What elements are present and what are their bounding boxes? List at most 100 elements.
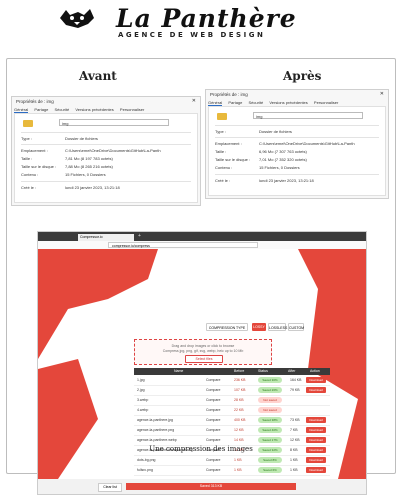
tab-customize[interactable]: Personnaliser: [314, 100, 338, 105]
status-badge: Saved 17%: [258, 437, 282, 443]
folder-name-field[interactable]: img: [253, 112, 363, 119]
tab-sharing[interactable]: Partage: [34, 107, 48, 112]
saved-summary: Saved 313 KB: [126, 483, 296, 490]
size-after: 73 KB: [290, 418, 300, 422]
type-row: Type : Dossier de fichiers: [21, 136, 98, 141]
compare-link[interactable]: Compare: [206, 405, 220, 415]
new-tab-icon[interactable]: +: [138, 233, 141, 239]
folder-name-field[interactable]: img: [59, 119, 169, 126]
before-heading: Avant: [79, 69, 117, 83]
size-row: Taille :6,96 Mo (7 307 763 octets): [215, 149, 307, 154]
contents-row: Contenu :15 Fichiers, 0 Dossiers: [21, 172, 106, 177]
size-after: 1 KB: [290, 468, 298, 472]
size-before: 28 KB: [234, 398, 244, 402]
compression-type-select[interactable]: COMPRESSION TYPE: [206, 323, 248, 331]
size-before: 14 KB: [234, 438, 244, 442]
after-properties-dialog: Propriétés de : img ✕ Général Partage Sé…: [205, 89, 389, 199]
after-heading: Après: [283, 69, 322, 83]
disk-size-row: Taille sur le disque :7,01 Mo (7 352 320…: [215, 157, 307, 162]
browser-tab[interactable]: Compressor.io: [78, 234, 134, 241]
general-panel: img Type : Dossier de fichiers Emplacemen…: [14, 113, 198, 203]
comparison-frame: Avant Après Propriétés de : img ✕ Généra…: [6, 58, 396, 495]
download-button[interactable]: Download: [306, 457, 326, 463]
compare-link[interactable]: Compare: [206, 425, 220, 435]
agency-logo: La Panthère AGENCE DE WEB DESIGN: [58, 6, 344, 40]
file-name: 3.webp: [137, 398, 149, 402]
status-badge: Saved 6%: [258, 467, 282, 473]
compare-link[interactable]: Compare: [206, 395, 220, 405]
brand-name: La Panthère: [116, 4, 297, 33]
status-badge: Saved 26%: [258, 387, 282, 393]
status-badge: Saved 40%: [258, 427, 282, 433]
compare-link[interactable]: Compare: [206, 415, 220, 425]
status-badge: Saved 30%: [258, 377, 282, 383]
dialog-tabs: Général Partage Sécurité Versions précéd…: [14, 107, 149, 113]
status-badge: Saved 38%: [258, 417, 282, 423]
dialog-tabs: Général Partage Sécurité Versions précéd…: [208, 100, 343, 106]
file-name: 4.webp: [137, 408, 149, 412]
table-row: fullsrc.png Compare 1 KB Saved 6% 1 KB Downlo…: [134, 465, 330, 476]
table-header: Name Before Status After Action: [134, 368, 330, 375]
custom-button[interactable]: CUSTOM: [288, 323, 304, 331]
compare-link[interactable]: Compare: [206, 385, 220, 395]
folder-icon: [217, 113, 227, 120]
url-field[interactable]: compressor.io/compress: [108, 242, 258, 248]
select-files-button[interactable]: Select files: [185, 355, 223, 363]
file-name: dots-bg.png: [137, 458, 156, 462]
divider: [21, 132, 191, 133]
divider: [21, 144, 191, 145]
size-before: 1 KB: [234, 468, 242, 472]
file-name: 2.jpg: [137, 388, 145, 392]
compare-link[interactable]: Compare: [206, 465, 220, 475]
download-button[interactable]: Download: [306, 387, 326, 393]
compare-link[interactable]: Compare: [206, 375, 220, 385]
file-name: 1.jpg: [137, 378, 145, 382]
drop-formats: Compress jpg, png, gif, svg, webp, heic …: [162, 349, 244, 353]
location-row: Emplacement : C:\Users\emel\OneDrive\Docu…: [21, 148, 161, 153]
size-before: 1 KB: [234, 458, 242, 462]
status-badge: Not saved: [258, 397, 282, 403]
compare-link[interactable]: Compare: [206, 435, 220, 445]
dialog-title: Propriétés de : img: [16, 99, 54, 104]
tab-previous-versions[interactable]: Versions précédentes: [269, 100, 307, 105]
file-name: agence-la-panthere.jpg: [137, 418, 173, 422]
file-name: agence-la-panthere.png: [137, 428, 175, 432]
divider: [215, 125, 379, 126]
location-row: Emplacement : C:\Users\emel\OneDrive\Docu…: [215, 141, 355, 146]
download-button[interactable]: Download: [306, 377, 326, 383]
clear-list-button[interactable]: Clear list: [98, 483, 122, 492]
divider: [21, 181, 191, 182]
size-after: 164 KB: [290, 378, 302, 382]
figure-caption: Une compression des images: [149, 445, 253, 453]
compare-link[interactable]: Compare: [206, 455, 220, 465]
lossy-button[interactable]: LOSSY: [252, 323, 266, 331]
download-button[interactable]: Download: [306, 467, 326, 473]
size-before: 107 KB: [234, 388, 246, 392]
status-badge: Not saved: [258, 407, 282, 413]
tab-security[interactable]: Sécurité: [249, 100, 264, 105]
type-row: Type : Dossier de fichiers: [215, 129, 292, 134]
download-button[interactable]: Download: [306, 427, 326, 433]
download-button[interactable]: Download: [306, 437, 326, 443]
close-icon[interactable]: ✕: [380, 91, 384, 97]
size-before: 22 KB: [234, 408, 244, 412]
close-icon[interactable]: ✕: [192, 98, 196, 104]
tab-previous-versions[interactable]: Versions précédentes: [75, 107, 113, 112]
tab-sharing[interactable]: Partage: [228, 100, 242, 105]
folder-icon: [23, 120, 33, 127]
file-name: agence-la-panthere.webp: [137, 438, 177, 442]
summary-bar: Clear list Saved 313 KB: [38, 479, 366, 494]
tab-security[interactable]: Sécurité: [55, 107, 70, 112]
download-button[interactable]: Download: [306, 417, 326, 423]
disk-size-row: Taille sur le disque :7,88 Mo (8 265 216…: [21, 164, 113, 169]
tab-customize[interactable]: Personnaliser: [120, 107, 144, 112]
before-properties-dialog: Propriétés de : img ✕ Général Partage Sé…: [11, 96, 201, 206]
drop-zone[interactable]: Drag and drop images or click to browse …: [134, 339, 272, 365]
panther-logo-icon: [60, 9, 94, 28]
size-after: 1 KB: [290, 458, 298, 462]
created-row: Créé le : lundi 23 janvier 2023, 13:21:18: [21, 185, 120, 190]
general-panel: img Type : Dossier de fichiers Emplacemen…: [208, 106, 386, 196]
size-after: 7 KB: [290, 428, 298, 432]
lossless-button[interactable]: LOSSLESS: [268, 323, 287, 331]
compression-tool-screenshot: Compressor.io + compressor.io/compress C…: [37, 231, 367, 495]
